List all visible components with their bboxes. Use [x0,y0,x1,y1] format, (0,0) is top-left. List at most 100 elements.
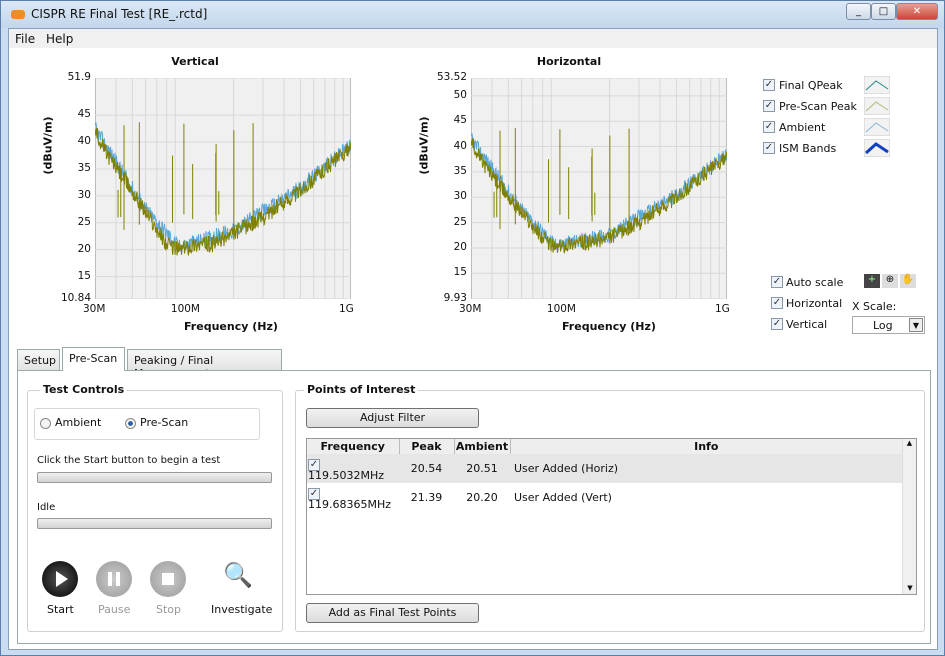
legend-checkbox[interactable]: ✓ [763,142,775,154]
y-tick-label: 53.52 [436,71,467,83]
tab-pre-scan[interactable]: Pre-Scan [62,347,125,371]
minimize-button[interactable]: _ [846,3,871,20]
col-frequency[interactable]: Frequency [307,439,400,454]
title-bar: CISPR RE Final Test [RE_.rctd] _ □ ✕ [1,1,944,28]
pan-tool-icon[interactable]: ✋ [900,274,916,288]
col-peak[interactable]: Peak [399,439,455,454]
test-controls-group: Test Controls Ambient Pre-Scan Click the… [27,383,283,632]
stop-button[interactable] [150,561,186,597]
legend-checkbox[interactable]: ✓ [763,79,775,91]
legend-label: Ambient [779,121,826,134]
legend-checkbox[interactable]: ✓ [763,100,775,112]
x-tick-label: 100M [546,303,576,315]
x-tick-label: 100M [170,303,200,315]
table-row[interactable]: ✓ 119.5032MHz 20.54 20.51 User Added (Ho… [307,454,902,483]
pre-scan-panel: Test Controls Ambient Pre-Scan Click the… [17,370,931,644]
legend-swatch[interactable] [864,76,890,94]
row-checkbox[interactable]: ✓ [308,459,320,471]
y-tick-label: 30 [453,190,467,203]
row-info: User Added (Vert) [514,491,612,504]
stop-icon [162,573,174,585]
app-window: CISPR RE Final Test [RE_.rctd] _ □ ✕ Fil… [0,0,945,656]
y-tick-label: 20 [453,240,467,253]
x-scale-select[interactable]: Log ▼ [852,316,925,334]
y-tick-label: 30 [77,188,91,201]
x-tick-label: 1G [339,303,354,315]
mode-radio-group: Ambient Pre-Scan [34,408,260,440]
y-tick-label: 15 [453,266,467,279]
y-tick-label: 50 [453,88,467,101]
auto-scale-label: Auto scale [786,276,844,289]
horizontal-label: Horizontal [786,297,843,310]
table-scrollbar[interactable]: ▲ ▼ [902,439,916,594]
app-icon [11,10,25,19]
start-label: Start [47,603,74,616]
points-table: Frequency Peak Ambient Info ✓ 119.5032MH… [306,438,917,595]
row-peak: 20.54 [410,462,443,475]
menu-file[interactable]: File [15,32,35,46]
pre-scan-radio[interactable] [125,418,136,429]
maximize-button[interactable]: □ [871,3,896,20]
legend-label: Pre-Scan Peak [779,100,857,113]
pre-scan-radio-label: Pre-Scan [140,416,189,429]
stop-label: Stop [156,603,182,616]
y-tick-label: 45 [77,108,91,121]
vertical-x-axis-label: Frequency (Hz) [184,320,278,333]
add-final-test-points-button[interactable]: Add as Final Test Points [306,603,479,623]
y-tick-label: 40 [77,135,91,148]
tab-setup[interactable]: Setup [17,349,60,371]
row-info: User Added (Horiz) [514,462,619,475]
zoom-tool-icon[interactable]: ⊕ [882,274,898,288]
y-tick-label: 25 [453,215,467,228]
row-peak: 21.39 [410,491,443,504]
auto-scale-checkbox[interactable]: ✓ [771,276,783,288]
legend-swatch[interactable] [864,118,890,136]
y-tick-label: 25 [77,215,91,228]
client-area: File Help Vertical (dBuV/m) 51.9 45 40 35 30… [8,28,938,650]
investigate-label: Investigate [211,603,273,616]
y-tick-label: 40 [453,139,467,152]
horizontal-checkbox[interactable]: ✓ [771,297,783,309]
start-button[interactable] [42,561,78,597]
table-row[interactable]: ✓119.68365MHz 21.39 20.20 User Added (Ve… [307,483,902,512]
plot-background [95,78,351,299]
legend-swatch[interactable] [864,97,890,115]
legend-swatch[interactable] [864,139,890,157]
col-ambient[interactable]: Ambient [454,439,511,454]
col-info[interactable]: Info [510,439,902,454]
ambient-radio-label: Ambient [55,416,102,429]
horizontal-chart-plot[interactable] [471,78,727,299]
x-tick-label: 1G [715,303,730,315]
close-button[interactable]: ✕ [896,3,938,20]
horizontal-chart-title: Horizontal [536,55,602,68]
instruction-text: Click the Start button to begin a test [37,455,221,466]
row-checkbox[interactable]: ✓ [308,488,320,500]
row-frequency: 119.68365MHz [308,498,392,511]
ambient-radio[interactable] [40,418,51,429]
menu-help[interactable]: Help [46,32,73,46]
y-tick-label: 45 [453,114,467,127]
x-tick-label: 30M [83,303,106,315]
legend-label: Final QPeak [779,79,843,92]
investigate-icon[interactable]: 🔍 [223,561,253,595]
plot-background [471,78,727,299]
tab-peaking-final[interactable]: Peaking / Final Measurement [127,349,282,380]
y-tick-label: 35 [453,164,467,177]
chevron-down-icon[interactable]: ▼ [909,318,923,332]
y-tick-label: 15 [77,269,91,282]
vertical-checkbox[interactable]: ✓ [771,318,783,330]
vertical-chart-plot[interactable] [95,78,351,299]
legend-checkbox[interactable]: ✓ [763,121,775,133]
adjust-filter-button[interactable]: Adjust Filter [306,408,479,428]
window-title: CISPR RE Final Test [RE_.rctd] [31,7,208,21]
x-tick-label: 30M [459,303,482,315]
vertical-label: Vertical [786,318,828,331]
points-of-interest-title: Points of Interest [304,383,419,396]
play-icon [56,571,68,587]
test-progress-bar [37,472,272,483]
pause-button[interactable] [96,561,132,597]
legend-label: ISM Bands [779,142,837,155]
status-text: Idle [37,502,56,513]
cursor-tool-icon[interactable]: + [864,274,880,288]
vertical-chart-title: Vertical [171,55,219,68]
